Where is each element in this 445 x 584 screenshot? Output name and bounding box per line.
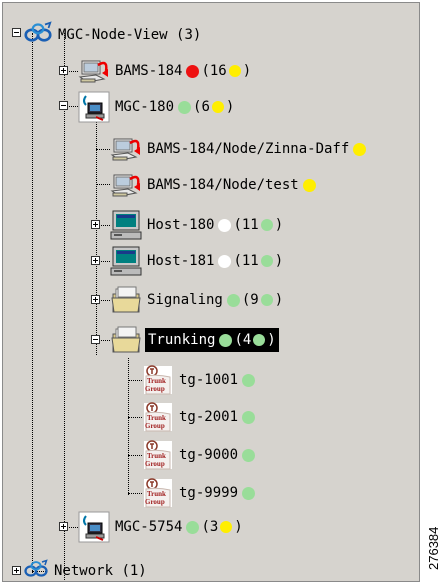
bams-server-icon [78, 55, 110, 87]
tree-node-label: tg-9000 [177, 446, 259, 464]
tree-node-label: MGC-5754 (3 ) [115, 519, 243, 535]
tree-node-tg-9000[interactable]: Trunk Group tg-9000 [142, 439, 259, 471]
tree-node-trunking[interactable]: Trunking (4 ) [110, 324, 279, 356]
expand-toggle-bams-184[interactable] [59, 66, 68, 75]
trunk-icon-text: Group [145, 385, 165, 393]
tree-node-tg-2001[interactable]: Trunk Group tg-2001 [142, 401, 259, 433]
collapse-toggle-mgc-180[interactable] [59, 101, 68, 110]
tree-node-tg-9999[interactable]: Trunk Group tg-9999 [142, 477, 259, 509]
folder-icon [110, 324, 142, 356]
tree-node-host-181[interactable]: Host-181 (11 ) [110, 245, 285, 277]
tree-node-label: BAMS-184/Node/Zinna-Daff [145, 140, 370, 158]
status-dot-green [186, 520, 200, 534]
status-dot-white [218, 218, 232, 232]
status-dot-yellow [211, 101, 224, 113]
expand-toggle-network[interactable] [12, 566, 21, 575]
tree-node-label: tg-1001 [177, 371, 259, 389]
status-dot-green [242, 486, 256, 500]
trunk-group-icon: Trunk Group [142, 364, 174, 396]
status-dot-yellow [228, 65, 241, 77]
status-dot-white [218, 254, 232, 268]
tree-line [64, 33, 65, 581]
tree-node-label: MGC-180 (6 ) [115, 99, 235, 115]
expand-toggle-mgc-5754[interactable] [59, 522, 68, 531]
status-dot-green [242, 373, 256, 387]
collapse-toggle-trunking[interactable] [91, 335, 100, 344]
trunk-icon-text: Group [145, 460, 165, 468]
tree-node-bams-184[interactable]: BAMS-184 (16 ) [78, 55, 253, 87]
status-dot-green [178, 100, 192, 114]
expand-toggle-signaling[interactable] [91, 295, 100, 304]
tree-line [128, 417, 142, 418]
status-dot-red [186, 64, 200, 78]
tree-node-bams-zinna-daff[interactable]: BAMS-184/Node/Zinna-Daff [110, 133, 370, 165]
tree-node-label: BAMS-184/Node/test [145, 176, 320, 194]
tree-node-mgc-180[interactable]: MGC-180 (6 ) [78, 91, 236, 123]
status-dot-green [260, 219, 273, 231]
tree-line [96, 149, 110, 150]
trunk-icon-text: Trunk [147, 490, 166, 498]
tree-node-label-selected: Trunking (4 ) [145, 328, 279, 352]
status-dot-yellow [302, 178, 316, 192]
bams-server-icon [110, 169, 142, 201]
tree-node-label: MGC-Node-View (3) [58, 27, 202, 43]
folder-icon [110, 284, 142, 316]
figure-id: 276384 [426, 526, 441, 570]
trunk-icon-text: Trunk [147, 377, 166, 385]
trunk-group-icon: Trunk Group [142, 477, 174, 509]
tree-node-label: Network (1) [54, 563, 147, 579]
tree-line [96, 115, 97, 355]
status-dot-green [253, 334, 266, 346]
collapse-toggle-root[interactable] [12, 28, 21, 37]
tree-node-label: Signaling (9 ) [147, 292, 284, 308]
tree-line [128, 455, 142, 456]
host-computer-icon [110, 245, 142, 277]
tree-line [128, 380, 142, 381]
status-dot-green [226, 293, 240, 307]
tree-node-label: tg-9999 [177, 484, 259, 502]
bams-server-icon [110, 133, 142, 165]
tree-line [128, 493, 142, 494]
mgc-node-icon [78, 511, 110, 543]
status-dot-green [242, 448, 256, 462]
status-dot-green [242, 410, 256, 424]
trunk-icon-text: Trunk [147, 414, 166, 422]
tree-node-mgc-node-view[interactable]: MGC-Node-View (3) [23, 19, 203, 51]
tree-node-label: BAMS-184 (16 ) [115, 63, 252, 79]
tree-node-label: Host-181 (11 ) [147, 253, 284, 269]
trunk-group-icon: Trunk Group [142, 401, 174, 433]
network-group-icon [23, 559, 49, 582]
expand-toggle-host-180[interactable] [91, 220, 100, 229]
trunk-group-icon: Trunk Group [142, 439, 174, 471]
network-group-icon [23, 21, 53, 49]
tree-node-signaling[interactable]: Signaling (9 ) [110, 284, 285, 316]
tree-node-label: tg-2001 [177, 408, 259, 426]
status-dot-yellow [353, 142, 367, 156]
tree-line [128, 358, 129, 495]
expand-toggle-host-181[interactable] [91, 256, 100, 265]
tree-node-tg-1001[interactable]: Trunk Group tg-1001 [142, 364, 259, 396]
tree-panel: MGC-Node-View (3) BAMS-184 (16 ) MGC-180… [2, 2, 420, 582]
tree-line [96, 184, 110, 185]
tree-node-label: Host-180 (11 ) [147, 217, 284, 233]
mgc-node-icon [78, 91, 110, 123]
host-computer-icon [110, 209, 142, 241]
status-dot-yellow [220, 521, 233, 533]
tree-node-host-180[interactable]: Host-180 (11 ) [110, 209, 285, 241]
trunk-icon-text: Group [145, 422, 165, 430]
status-dot-green [260, 255, 273, 267]
trunk-icon-text: Group [145, 498, 165, 506]
status-dot-green [260, 294, 273, 306]
status-dot-green [219, 333, 233, 347]
trunk-icon-text: Trunk [147, 452, 166, 460]
tree-node-bams-test[interactable]: BAMS-184/Node/test [110, 169, 320, 201]
tree-line [32, 33, 33, 573]
tree-node-network[interactable]: Network (1) [23, 557, 149, 582]
tree-node-mgc-5754[interactable]: MGC-5754 (3 ) [78, 511, 245, 543]
